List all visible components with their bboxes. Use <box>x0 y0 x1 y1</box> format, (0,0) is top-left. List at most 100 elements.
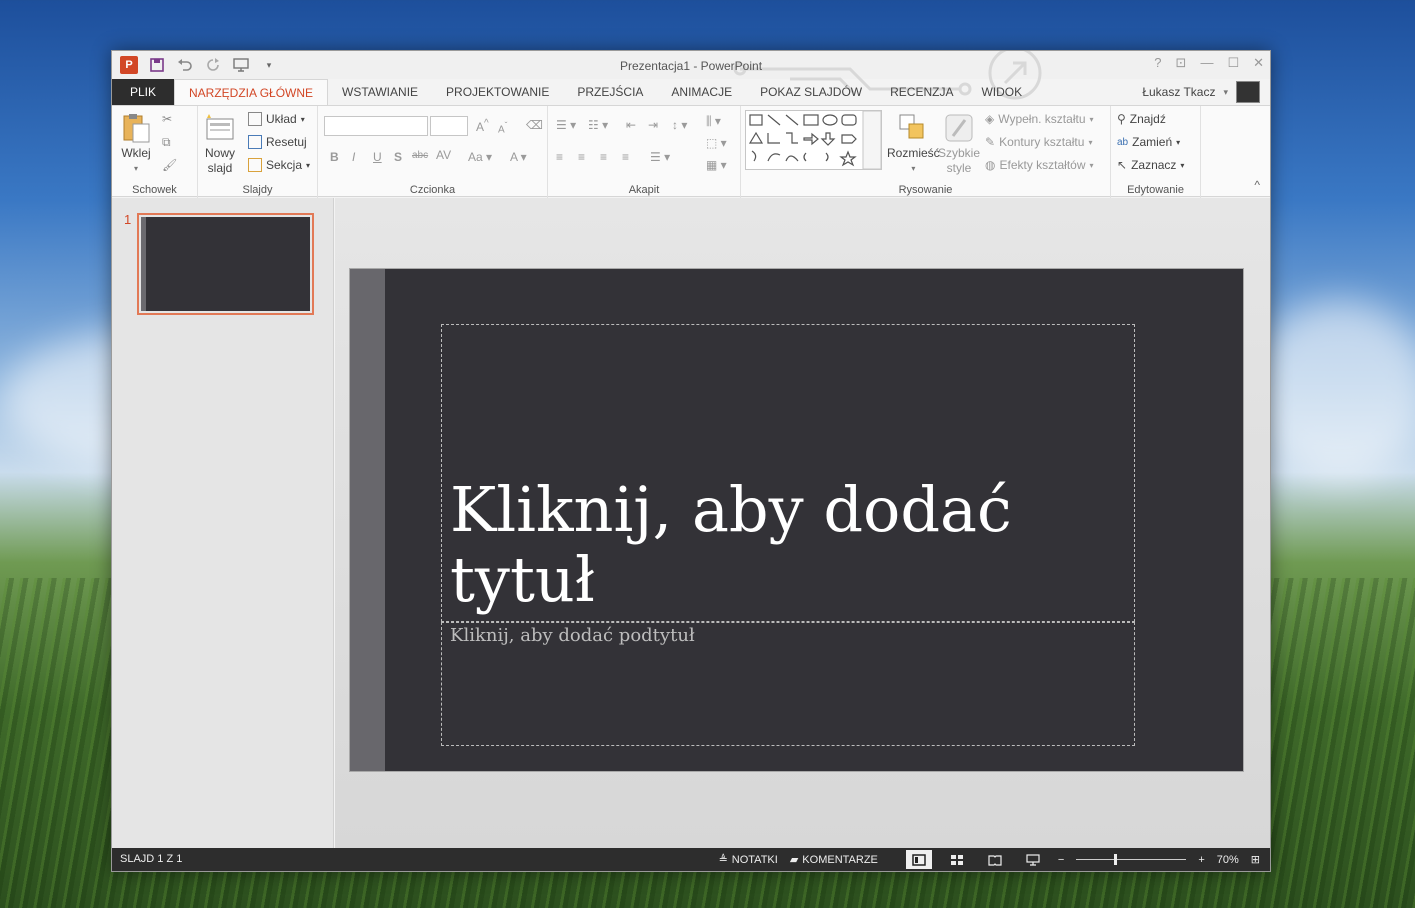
italic-icon[interactable]: I <box>352 150 355 164</box>
chevron-down-icon: ▾ <box>306 160 311 170</box>
smartart-icon[interactable]: ▦ ▾ <box>706 158 727 172</box>
line-spacing-icon[interactable]: ↕ ▾ <box>672 118 687 132</box>
group-label-drawing: Rysowanie <box>898 184 953 196</box>
find-button[interactable]: ⚲ Znajdź <box>1117 112 1166 126</box>
shape-outline-button[interactable]: ✎ Kontury kształtu ▾ <box>985 135 1092 149</box>
slide-editing-area: Kliknij, aby dodać tytuł Kliknij, aby do… <box>335 198 1270 848</box>
justify-icon[interactable]: ≡ <box>622 150 629 164</box>
help-icon[interactable]: ? <box>1154 55 1161 71</box>
powerpoint-window: P ▾ Prezentacja1 - PowerPoint ? ⊡ — ☐ ✕ <box>111 50 1271 872</box>
decrease-indent-icon[interactable]: ⇤ <box>626 118 636 132</box>
bullets-icon[interactable]: ☰ ▾ <box>556 118 576 132</box>
chevron-down-icon: ▾ <box>911 164 916 173</box>
fit-to-window-icon[interactable]: ⊞ <box>1251 853 1260 866</box>
slide-counter: SLAJD 1 Z 1 <box>120 853 183 865</box>
layout-button[interactable]: Układ ▾ <box>248 112 305 126</box>
group-label-editing: Edytowanie <box>1127 184 1184 196</box>
replace-icon: ab <box>1117 136 1129 148</box>
underline-icon[interactable]: U <box>373 150 382 164</box>
shape-outline-label: Kontury kształtu <box>999 135 1085 149</box>
paste-button[interactable]: Wklej ▾ <box>120 112 152 176</box>
collapse-ribbon-icon[interactable]: ^ <box>1254 178 1260 192</box>
projector-icon <box>1026 853 1040 866</box>
shrink-font-icon[interactable]: Aˇ <box>498 120 507 135</box>
slide-thumbnail[interactable] <box>137 213 314 315</box>
bold-icon[interactable]: B <box>330 150 339 164</box>
comments-button[interactable]: ▰ KOMENTARZE <box>790 853 878 867</box>
align-text-icon[interactable]: ☰ ▾ <box>650 150 670 164</box>
align-center-icon[interactable]: ≡ <box>578 150 585 164</box>
thumbnail-accent-bar <box>141 217 146 311</box>
tab-transitions[interactable]: PRZEJŚCIA <box>563 79 657 105</box>
reading-view-button[interactable] <box>982 850 1008 869</box>
arrange-button[interactable]: Rozmieść ▾ <box>887 112 940 176</box>
tab-file[interactable]: PLIK <box>112 79 175 105</box>
zoom-out-icon[interactable]: − <box>1058 854 1064 866</box>
format-painter-button[interactable]: 🖌 <box>162 158 177 172</box>
zoom-level[interactable]: 70% <box>1217 854 1239 866</box>
user-account[interactable]: Łukasz Tkacz ▾ <box>1142 81 1260 103</box>
chevron-down-icon: ▾ <box>1089 114 1094 124</box>
select-button[interactable]: ↖ Zaznacz ▾ <box>1117 158 1184 172</box>
shapes-gallery[interactable] <box>745 110 882 170</box>
shape-fill-button[interactable]: ◈ Wypełn. kształtu ▾ <box>985 112 1094 126</box>
zoom-slider[interactable] <box>1076 854 1187 865</box>
quick-styles-button[interactable]: Szybkie style <box>938 112 980 176</box>
zoom-slider-thumb[interactable] <box>1113 854 1117 865</box>
reset-icon <box>248 135 262 149</box>
notes-button[interactable]: ≜ NOTATKI <box>719 853 778 867</box>
shape-effects-button[interactable]: ◍ Efekty kształtów ▾ <box>985 158 1094 172</box>
replace-button[interactable]: ab Zamień ▾ <box>1117 135 1180 149</box>
section-icon <box>248 158 262 172</box>
change-case-icon[interactable]: Aa ▾ <box>468 150 492 164</box>
slide-sorter-button[interactable] <box>944 850 970 869</box>
align-left-icon[interactable]: ≡ <box>556 150 563 164</box>
text-direction-icon[interactable]: ⬚ ▾ <box>706 136 727 150</box>
grow-font-icon[interactable]: A^ <box>476 118 489 134</box>
tab-design[interactable]: PROJEKTOWANIE <box>432 79 563 105</box>
maximize-icon[interactable]: ☐ <box>1227 55 1239 71</box>
font-family-combo[interactable] <box>324 116 428 136</box>
shadow-icon[interactable]: S <box>394 150 402 164</box>
cut-button[interactable]: ✂ <box>162 112 172 126</box>
strikethrough-icon[interactable]: abc <box>412 150 428 161</box>
columns-icon[interactable]: ⫼ ▾ <box>706 114 721 129</box>
align-right-icon[interactable]: ≡ <box>600 150 607 164</box>
clear-format-icon[interactable]: ⌫ <box>526 118 543 132</box>
shapes-gallery-icons <box>748 110 882 170</box>
slide-canvas[interactable]: Kliknij, aby dodać tytuł Kliknij, aby do… <box>349 268 1244 772</box>
cursor-icon: ↖ <box>1117 158 1128 172</box>
find-label: Znajdź <box>1129 112 1166 126</box>
tab-slideshow[interactable]: POKAZ SLAJDÓW <box>746 79 876 105</box>
subtitle-placeholder[interactable]: Kliknij, aby dodać podtytuł <box>441 622 1135 746</box>
copy-button[interactable]: ⧉ <box>162 135 171 150</box>
group-editing: ⚲ Znajdź ab Zamień ▾ ↖ Zaznacz ▾ Edytowa… <box>1111 106 1201 198</box>
tab-insert[interactable]: WSTAWIANIE <box>328 79 432 105</box>
tab-animations[interactable]: ANIMACJE <box>657 79 746 105</box>
close-icon[interactable]: ✕ <box>1253 55 1264 71</box>
paste-label: Wklej <box>121 146 151 160</box>
arrange-icon <box>899 114 924 139</box>
numbering-icon[interactable]: ☷ ▾ <box>588 118 608 132</box>
char-spacing-icon[interactable]: AV <box>436 148 451 162</box>
layout-label: Układ <box>266 112 297 126</box>
slideshow-button[interactable] <box>1020 850 1046 869</box>
font-color-icon[interactable]: A ▾ <box>510 150 527 164</box>
minimize-icon[interactable]: — <box>1200 55 1213 71</box>
group-label-font: Czcionka <box>409 184 456 196</box>
title-placeholder[interactable]: Kliknij, aby dodać tytuł <box>441 324 1135 622</box>
zoom-in-icon[interactable]: + <box>1198 854 1204 866</box>
status-bar: SLAJD 1 Z 1 ≜ NOTATKI ▰ KOMENTARZE − + 7… <box>112 848 1270 871</box>
comments-label: KOMENTARZE <box>802 853 878 866</box>
reset-button[interactable]: Resetuj <box>248 135 307 149</box>
tab-view[interactable]: WIDOK <box>967 79 1036 105</box>
increase-indent-icon[interactable]: ⇥ <box>648 118 658 132</box>
section-button[interactable]: Sekcja ▾ <box>248 158 310 172</box>
new-slide-button[interactable]: Nowy slajd <box>204 112 236 176</box>
ribbon-display-icon[interactable]: ⊡ <box>1176 55 1187 71</box>
group-slides: Nowy slajd Układ ▾ Resetuj Sekcja ▾ Slaj… <box>198 106 318 198</box>
tab-home[interactable]: NARZĘDZIA GŁÓWNE <box>174 79 329 105</box>
normal-view-button[interactable] <box>905 850 932 869</box>
font-size-combo[interactable] <box>430 116 468 136</box>
tab-review[interactable]: RECENZJA <box>876 79 967 105</box>
